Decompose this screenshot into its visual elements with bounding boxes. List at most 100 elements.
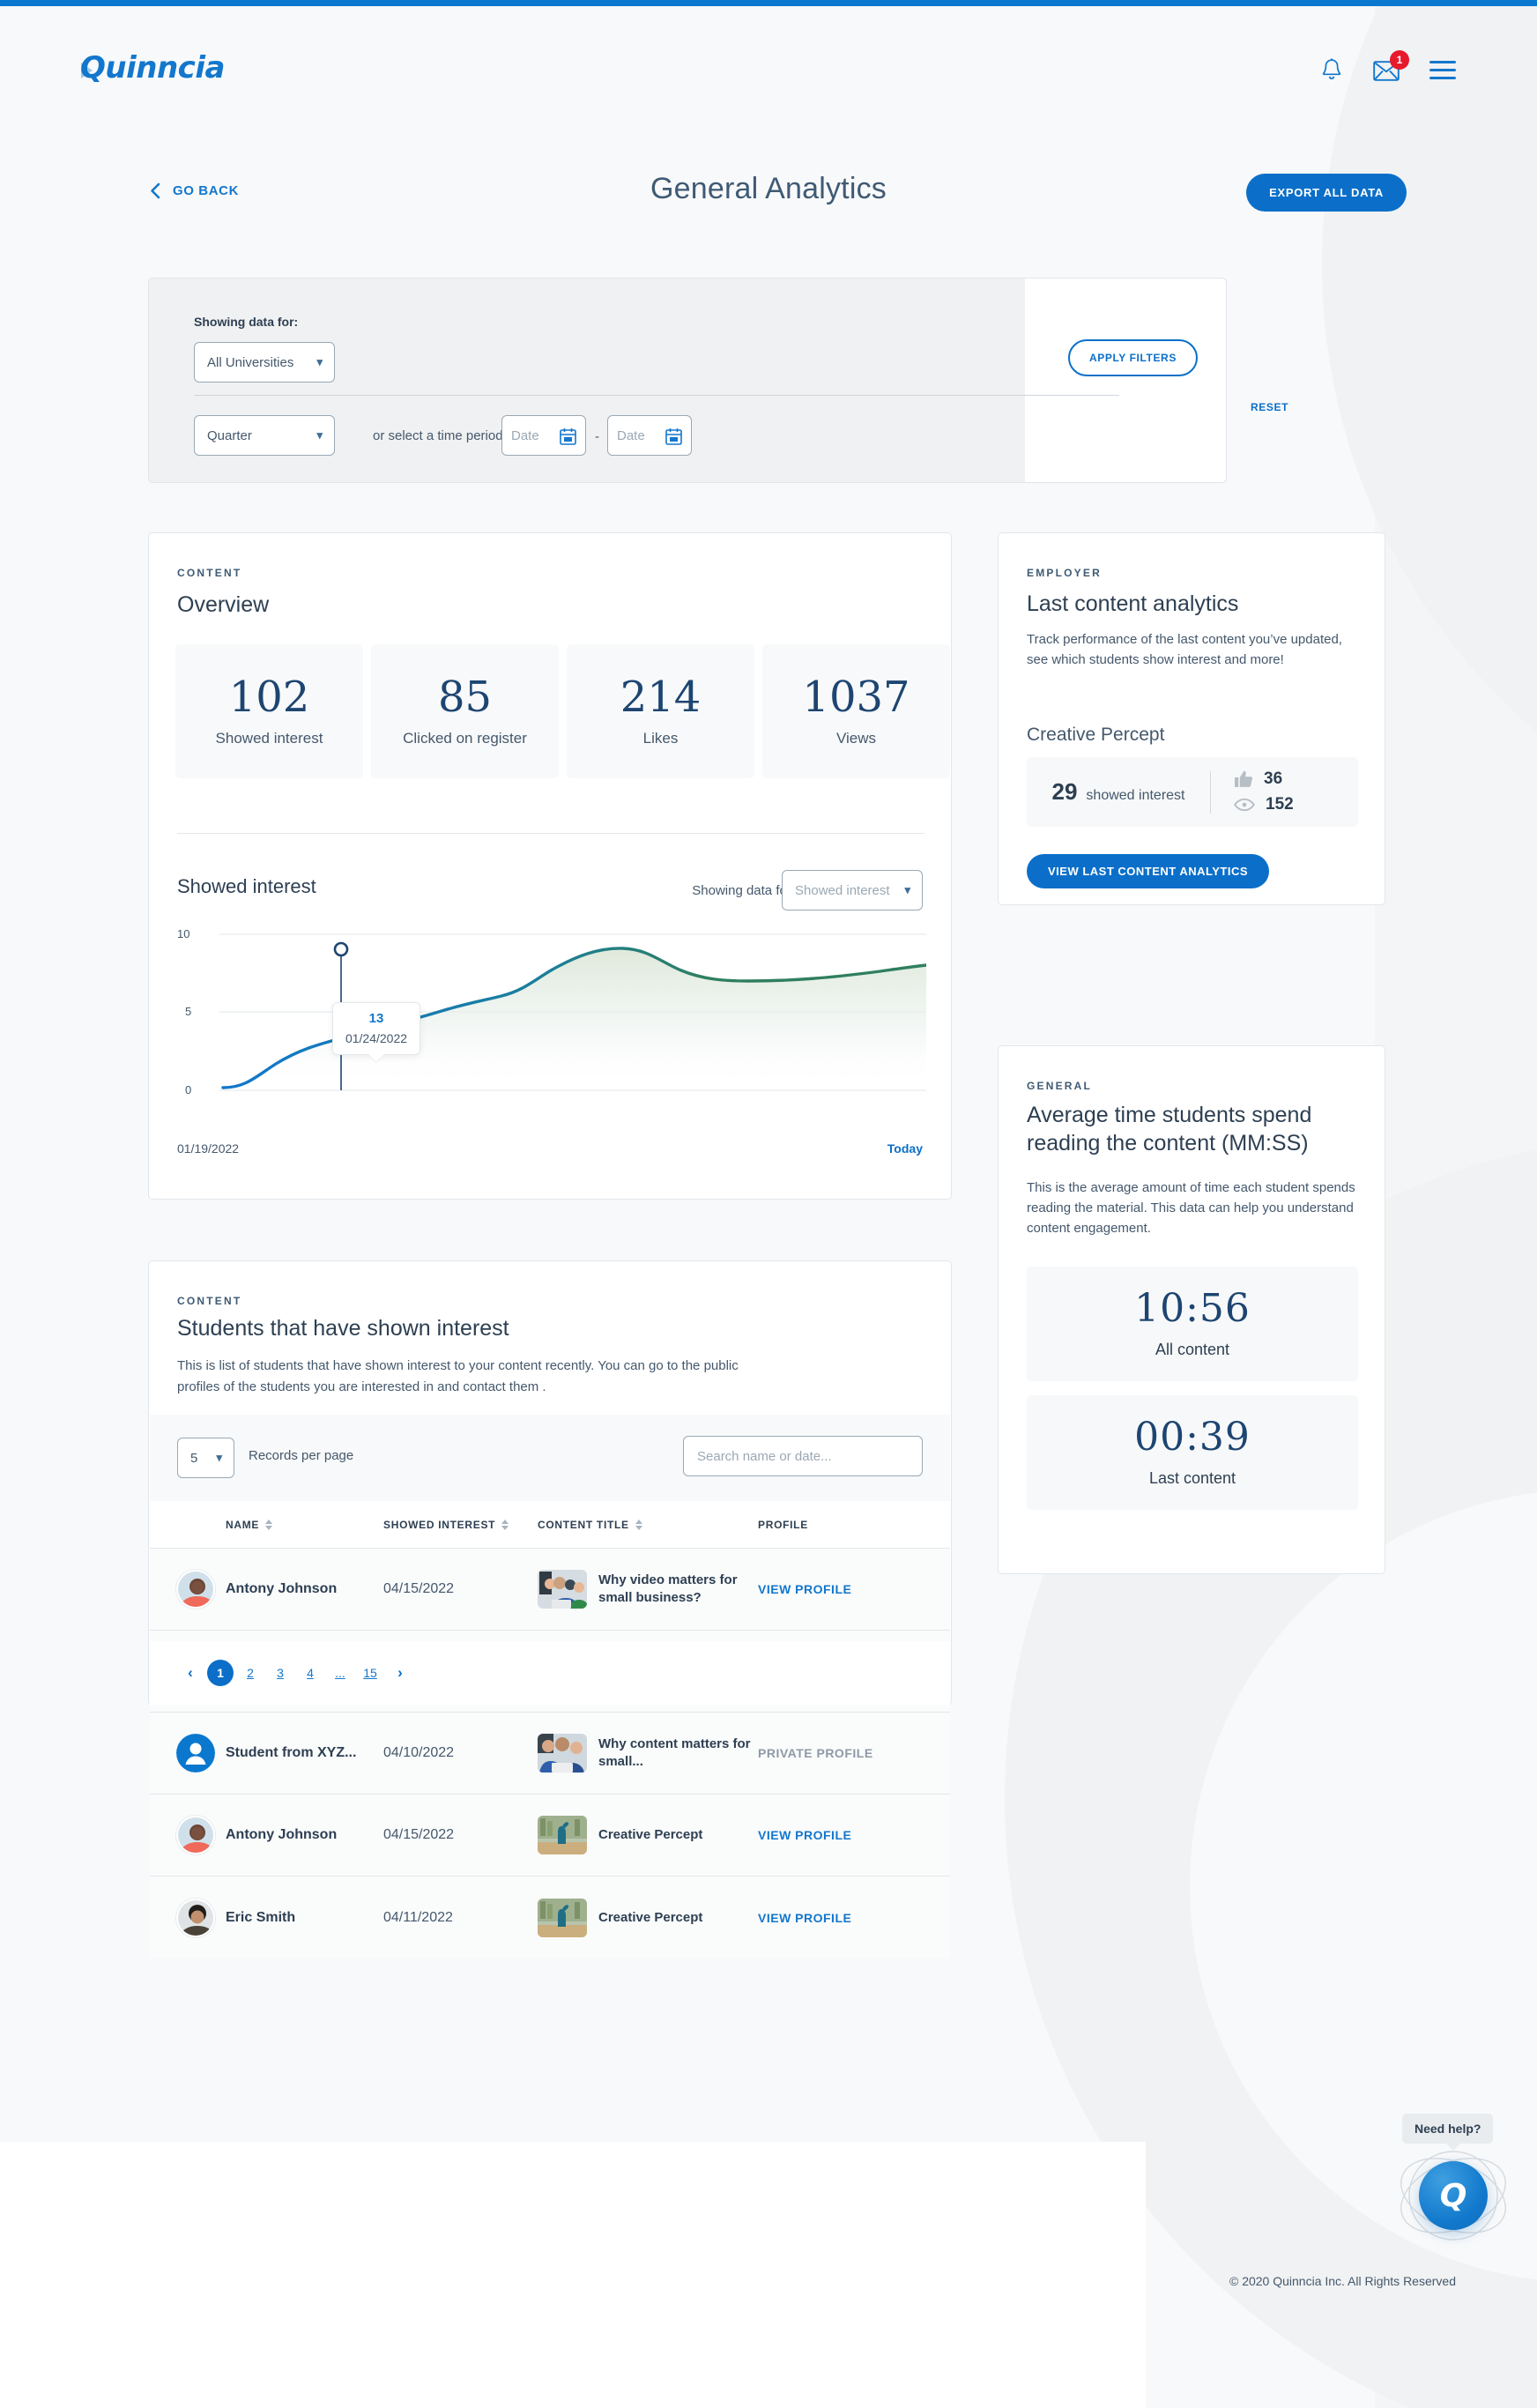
chevron-down-icon: ▾ <box>316 428 323 442</box>
students-title: Students that have shown interest <box>177 1316 509 1341</box>
column-header-showed-interest[interactable]: SHOWED INTEREST <box>383 1519 538 1531</box>
top-accent-bar <box>0 0 1537 6</box>
general-description: This is the average amount of time each … <box>1027 1180 1355 1236</box>
pagination-page-15[interactable]: 15 <box>357 1660 383 1686</box>
filters-divider <box>194 395 1119 396</box>
sort-icon <box>265 1519 273 1530</box>
logo-text: Quinncia <box>80 50 225 85</box>
students-eyebrow: CONTENT <box>177 1295 242 1307</box>
cell-date: 04/10/2022 <box>383 1745 455 1760</box>
content-title: Creative Percept <box>598 1909 703 1925</box>
pagination-page-1[interactable]: 1 <box>207 1660 234 1686</box>
chart-tooltip-date: 01/24/2022 <box>345 1031 408 1045</box>
period-select[interactable]: Quarter ▾ <box>194 415 335 456</box>
avatar-eric <box>176 1898 215 1937</box>
chart-metric-select-value: Showed interest <box>795 882 890 898</box>
search-box[interactable] <box>683 1436 923 1476</box>
calendar-icon <box>665 427 682 449</box>
table-row[interactable]: Antony Johnson 04/15/2022 Why video matt… <box>150 1549 950 1631</box>
pagination-page-3[interactable]: 3 <box>267 1660 293 1686</box>
hamburger-menu-icon[interactable] <box>1429 60 1456 79</box>
private-profile-label: PRIVATE PROFILE <box>758 1746 873 1760</box>
mail-unread-badge: 1 <box>1390 49 1409 70</box>
mail-icon[interactable]: 1 <box>1373 49 1409 81</box>
column-header-name[interactable]: NAME <box>150 1519 383 1531</box>
search-input[interactable] <box>697 1448 909 1464</box>
showing-data-for-label: Showing data for: <box>194 315 299 329</box>
chart-today-link[interactable]: Today <box>887 1141 923 1156</box>
chart-metric-select[interactable]: Showed interest ▾ <box>782 870 923 910</box>
stat-label: Showed interest <box>215 730 323 747</box>
content-title: Why video matters for small business? <box>598 1572 738 1605</box>
overview-divider <box>177 833 924 834</box>
pagination-page-2[interactable]: 2 <box>237 1660 264 1686</box>
records-per-page-value: 5 <box>190 1450 198 1466</box>
records-per-page-select[interactable]: 5 ▾ <box>177 1438 234 1478</box>
chart-svg <box>219 933 928 1091</box>
cell-content: Why content matters for small... <box>538 1734 758 1773</box>
table-header-row: NAME SHOWED INTEREST CONTENT TITLE PROFI… <box>150 1501 950 1549</box>
reset-filters-button[interactable]: RESET <box>1251 401 1288 413</box>
thumb-content-matters <box>538 1734 587 1773</box>
pagination-next-button[interactable]: › <box>387 1660 413 1686</box>
date-from-placeholder: Date <box>511 427 539 443</box>
chart-highlight-point <box>333 941 349 957</box>
date-range-separator: - <box>595 429 599 444</box>
chevron-down-icon: ▾ <box>316 355 323 368</box>
column-header-profile-label: PROFILE <box>758 1518 808 1531</box>
view-profile-link[interactable]: VIEW PROFILE <box>758 1911 950 1925</box>
chart-tooltip-value: 13 <box>368 1011 384 1026</box>
quinncia-logo[interactable]: Quinncia <box>80 50 226 85</box>
student-name: Antony Johnson <box>226 1581 338 1596</box>
filters-actions-area <box>1025 279 1226 482</box>
period-select-value: Quarter <box>207 427 252 443</box>
student-name: Antony Johnson <box>226 1827 338 1842</box>
table-row[interactable]: Student from XYZ... 04/10/2022 Why conte… <box>150 1713 950 1795</box>
view-last-content-analytics-button[interactable]: VIEW LAST CONTENT ANALYTICS <box>1027 854 1270 888</box>
university-select-value: All Universities <box>207 354 294 370</box>
overview-stats: 102 Showed interest 85 Clicked on regist… <box>175 644 950 778</box>
view-profile-link[interactable]: VIEW PROFILE <box>758 1582 950 1596</box>
general-eyebrow: GENERAL <box>1027 1080 1093 1092</box>
footer-copyright: © 2020 Quinncia Inc. All Rights Reserved <box>1229 2274 1456 2288</box>
view-profile-link[interactable]: VIEW PROFILE <box>758 1828 950 1842</box>
university-select[interactable]: All Universities ▾ <box>194 342 335 383</box>
export-all-data-button[interactable]: EXPORT ALL DATA <box>1246 174 1407 212</box>
showed-interest-chart[interactable]: 10 5 0 <box>177 912 928 1133</box>
stat-label: Clicked on register <box>403 730 527 747</box>
employer-description: Track performance of the last content yo… <box>1027 632 1342 667</box>
pagination-page-4[interactable]: 4 <box>297 1660 323 1686</box>
table-row[interactable]: Antony Johnson 04/15/2022 Creative Perce… <box>150 1795 950 1877</box>
help-chat-button[interactable]: Q <box>1419 2161 1488 2230</box>
records-per-page-label: Records per page <box>249 1448 354 1463</box>
column-header-showed-interest-label: SHOWED INTEREST <box>383 1518 496 1531</box>
page-title-row: GO BACK General Analytics EXPORT ALL DAT… <box>0 172 1537 225</box>
stat-card: 102 Showed interest <box>175 644 363 778</box>
likes-metric: 36 <box>1234 769 1358 789</box>
employer-title: Last content analytics <box>1027 591 1239 616</box>
bell-icon[interactable] <box>1320 57 1343 82</box>
date-to-field[interactable]: Date <box>607 415 692 456</box>
chart-area-fill <box>223 948 926 1090</box>
or-select-time-period-label: or select a time period <box>373 428 503 443</box>
sort-icon <box>501 1519 509 1530</box>
chevron-down-icon: ▾ <box>216 1451 222 1464</box>
overview-title: Overview <box>177 592 270 617</box>
chart-select-label: Showing data for: <box>692 883 795 898</box>
column-header-content-title[interactable]: CONTENT TITLE <box>538 1519 758 1531</box>
students-interest-card: CONTENT Students that have shown interes… <box>148 1260 952 1958</box>
apply-filters-button[interactable]: APPLY FILTERS <box>1068 339 1198 376</box>
thumb-video-matters <box>538 1570 587 1609</box>
all-content-time-label: All content <box>1155 1340 1230 1358</box>
table-row[interactable]: Eric Smith 04/11/2022 Creative Percept V… <box>150 1877 950 1958</box>
employer-stats-box: 29 showed interest 36 152 <box>1027 757 1358 827</box>
thumbs-up-icon <box>1235 770 1253 787</box>
pagination-prev-button[interactable]: ‹ <box>177 1660 204 1686</box>
pagination: ‹ 1 2 3 4 ... 15 › <box>150 1641 950 1705</box>
all-content-time-box: 10:56 All content <box>1027 1267 1358 1381</box>
cell-name: Antony Johnson <box>150 1816 383 1854</box>
content-title: Creative Percept <box>598 1827 703 1843</box>
showed-interest-value: 29 <box>1051 778 1078 805</box>
y-tick-5: 5 <box>185 1005 192 1018</box>
date-from-field[interactable]: Date <box>501 415 586 456</box>
